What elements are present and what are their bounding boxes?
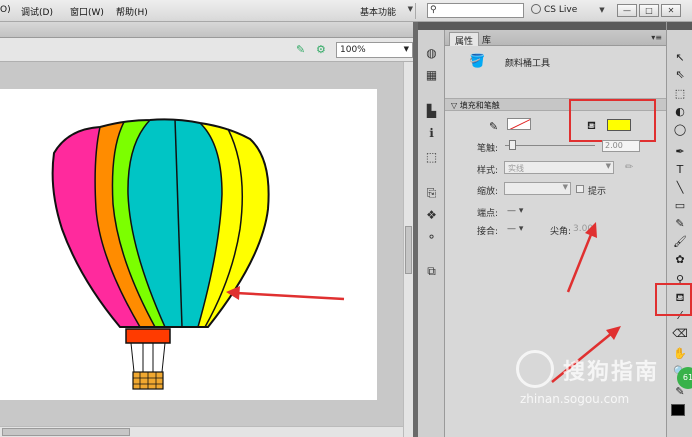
search-input[interactable]: ⚲ bbox=[427, 3, 524, 18]
join-select[interactable]: — ▾ bbox=[507, 224, 523, 234]
menu-bar: O) 调试(D) 窗口(W) 帮助(H) 基本功能 ▼ ⚲ CS Live ▼ —… bbox=[0, 0, 692, 22]
menu-item-help[interactable]: 帮助(H) bbox=[116, 5, 148, 18]
paint-bucket-icon: 🪣 bbox=[469, 54, 486, 69]
edit-symbol-icon[interactable]: ⚙ bbox=[316, 43, 326, 56]
code-snippets-icon[interactable]: ⎘ bbox=[424, 186, 439, 201]
tab-library[interactable]: 库 bbox=[477, 32, 496, 46]
edit-bar: ✎ ⚙ 100% ▼ bbox=[0, 38, 413, 62]
stroke-label: 笔触: bbox=[477, 144, 499, 154]
miter-value[interactable]: 3.00 bbox=[573, 224, 593, 234]
highlight-box-tool bbox=[655, 283, 692, 316]
style-value: 实线 bbox=[508, 164, 524, 173]
workspace-switcher[interactable]: 基本功能 ▼ bbox=[356, 3, 416, 19]
balloon-basket bbox=[132, 371, 164, 390]
stroke-color-swatch[interactable] bbox=[507, 118, 531, 130]
chevron-down-icon: ▼ bbox=[407, 5, 413, 13]
search-icon: ⚲ bbox=[430, 5, 437, 15]
panel-tabs: 属性 库 ▾≡ bbox=[445, 30, 666, 47]
cs-live-label: CS Live bbox=[544, 5, 578, 15]
tool-name: 颜料桶工具 bbox=[505, 59, 551, 69]
balloon-drawing bbox=[51, 118, 270, 390]
join-label: 接合: bbox=[477, 227, 499, 237]
stroke-slider-knob[interactable] bbox=[509, 140, 516, 150]
menu-item-partial[interactable]: O) bbox=[0, 5, 11, 15]
section-title: 填充和笔触 bbox=[459, 101, 500, 110]
pen-tool-icon[interactable]: ✒ bbox=[672, 144, 688, 160]
menu-item-window[interactable]: 窗口(W) bbox=[70, 5, 104, 18]
cap-label: 端点: bbox=[477, 209, 499, 219]
scroll-thumb[interactable] bbox=[2, 428, 130, 436]
hint-label: 提示 bbox=[588, 187, 607, 197]
edit-style-icon[interactable]: ✏ bbox=[625, 162, 633, 173]
style-label: 样式: bbox=[477, 166, 499, 176]
scale-select[interactable]: ▼ bbox=[504, 182, 571, 195]
brush-tool-icon[interactable]: 🖌 bbox=[672, 234, 688, 250]
cs-live-icon bbox=[531, 4, 541, 14]
hint-checkbox[interactable] bbox=[576, 185, 584, 193]
highlight-box-fill bbox=[569, 99, 656, 142]
color-icon[interactable]: ◍ bbox=[424, 46, 439, 61]
scroll-thumb[interactable] bbox=[405, 226, 412, 274]
properties-panel: 属性 库 ▾≡ 🪣 颜料桶工具 ▽ 填充和笔触 ✎ ⛾ 笔触: 2.00 样式:… bbox=[445, 22, 666, 437]
chevron-down-icon: ▼ bbox=[562, 183, 568, 191]
chevron-down-icon: ▼ bbox=[599, 6, 605, 14]
miter-label: 尖角: bbox=[550, 227, 572, 237]
history-icon[interactable]: ⧉ bbox=[424, 264, 439, 279]
stroke-slider-track[interactable] bbox=[505, 145, 595, 146]
deco-tool-icon[interactable]: ✿ bbox=[672, 252, 688, 268]
3d-rotation-tool-icon[interactable]: ◐ bbox=[672, 104, 688, 120]
info-icon[interactable]: ℹ bbox=[424, 126, 439, 141]
chevron-down-icon: ▼ bbox=[403, 45, 409, 53]
tool-header: 🪣 颜料桶工具 bbox=[445, 46, 666, 96]
close-button[interactable]: ✕ bbox=[661, 4, 681, 17]
vertical-scrollbar[interactable] bbox=[403, 62, 413, 437]
balloon-band bbox=[125, 328, 171, 344]
eraser-tool-icon[interactable]: ⌫ bbox=[672, 326, 688, 342]
horizontal-scrollbar[interactable] bbox=[0, 426, 403, 437]
stage-canvas[interactable] bbox=[0, 89, 377, 400]
scale-label: 缩放: bbox=[477, 187, 499, 197]
lasso-tool-icon[interactable]: ◯ bbox=[672, 122, 688, 138]
chevron-down-icon: ▼ bbox=[605, 162, 611, 170]
free-transform-tool-icon[interactable]: ⬚ bbox=[672, 86, 688, 102]
cap-select[interactable]: — ▾ bbox=[507, 206, 523, 216]
maximize-button[interactable]: □ bbox=[639, 4, 659, 17]
text-tool-icon[interactable]: T bbox=[672, 162, 688, 178]
pencil-icon: ✎ bbox=[489, 120, 499, 133]
panel-menu-icon[interactable]: ▾≡ bbox=[651, 33, 662, 42]
notification-badge[interactable]: 61 bbox=[677, 367, 692, 389]
stroke-width-field[interactable]: 2.00 bbox=[602, 140, 640, 152]
swatches-icon[interactable]: ▦ bbox=[424, 68, 439, 83]
collapsed-panel-strip: ◍ ▦ ▙ ℹ ⬚ ⎘ ❖ ⚬ ⧉ bbox=[418, 22, 445, 437]
motion-presets-icon[interactable]: ⚬ bbox=[424, 230, 439, 245]
pencil-tool-icon[interactable]: ✎ bbox=[672, 216, 688, 232]
tab-properties[interactable]: 属性 bbox=[449, 32, 480, 47]
selection-tool-icon[interactable]: ↖ bbox=[672, 50, 688, 66]
document-area: ✎ ⚙ 100% ▼ bbox=[0, 22, 413, 437]
components-icon[interactable]: ❖ bbox=[424, 208, 439, 223]
hand-tool-icon[interactable]: ✋ bbox=[672, 346, 688, 362]
workspace-label: 基本功能 bbox=[360, 8, 397, 18]
subselection-tool-icon[interactable]: ⇖ bbox=[672, 67, 688, 83]
document-tab-strip bbox=[0, 22, 413, 38]
fill-color-chip[interactable] bbox=[671, 404, 685, 416]
cs-live-menu[interactable]: CS Live ▼ bbox=[531, 4, 605, 15]
minimize-button[interactable]: — bbox=[617, 4, 637, 17]
align-icon[interactable]: ▙ bbox=[424, 104, 439, 119]
line-tool-icon[interactable]: ╲ bbox=[672, 180, 688, 196]
style-select[interactable]: 实线 ▼ bbox=[504, 161, 614, 174]
transform-icon[interactable]: ⬚ bbox=[424, 150, 439, 165]
zoom-select[interactable]: 100% ▼ bbox=[336, 42, 413, 58]
rectangle-tool-icon[interactable]: ▭ bbox=[672, 198, 688, 214]
edit-scene-icon[interactable]: ✎ bbox=[296, 43, 305, 56]
zoom-value: 100% bbox=[340, 45, 366, 55]
menu-item-debug[interactable]: 调试(D) bbox=[21, 5, 53, 18]
